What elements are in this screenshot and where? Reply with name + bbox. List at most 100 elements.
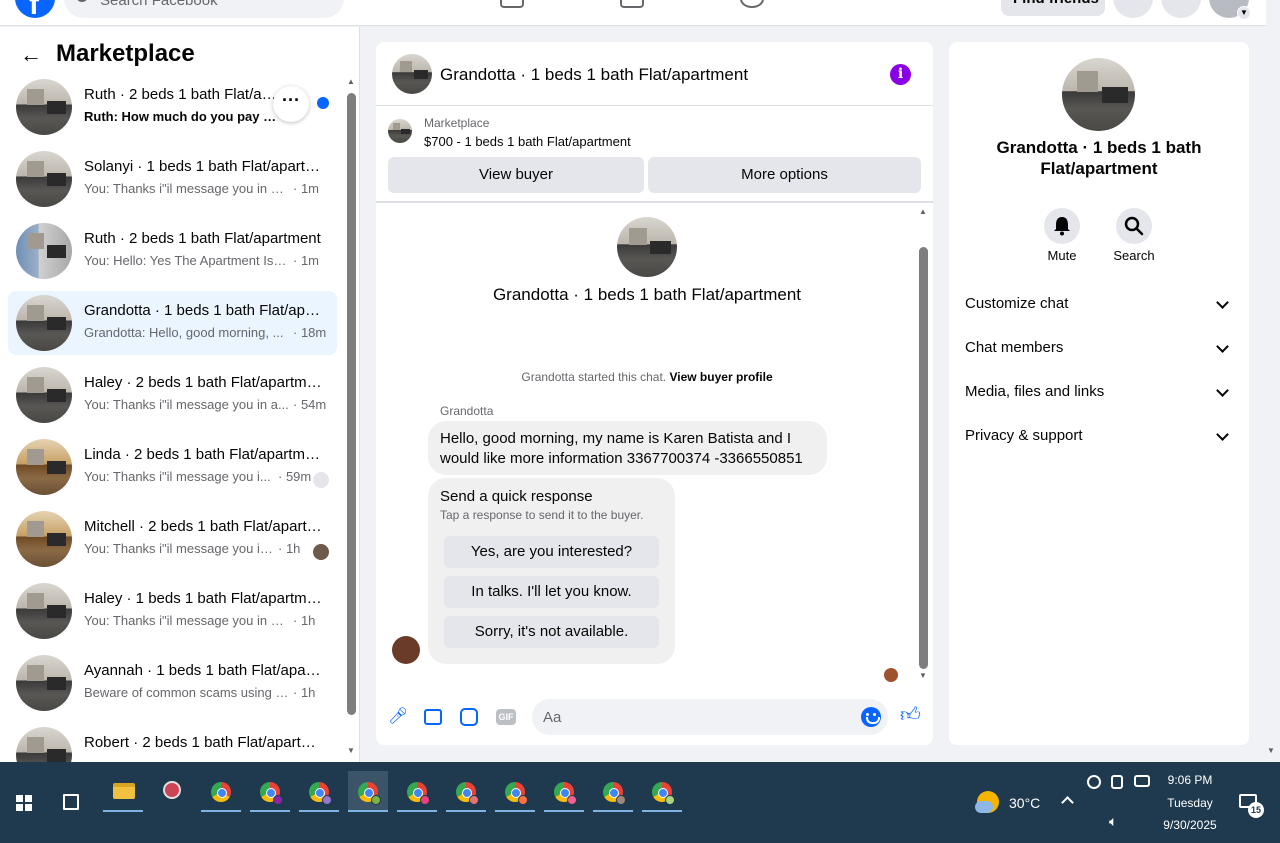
- sender-avatar[interactable]: [392, 636, 420, 664]
- conversation-time: · 18m: [293, 325, 327, 340]
- chat-header: Grandotta · 1 beds 1 bath Flat/apartment…: [376, 42, 933, 106]
- view-buyer-button[interactable]: View buyer: [388, 157, 644, 193]
- chrome-icon[interactable]: [201, 771, 241, 812]
- file-explorer-icon[interactable]: [103, 771, 143, 812]
- conversation-item[interactable]: Grandotta · 1 beds 1 bath Flat/apartment…: [8, 291, 337, 355]
- scroll-up-arrow[interactable]: ▲: [347, 77, 355, 86]
- more-options-icon[interactable]: ···: [273, 86, 309, 122]
- menu-grid-icon[interactable]: [1113, 0, 1153, 18]
- listing-thumbnail: [16, 79, 72, 135]
- clock-date[interactable]: 9/30/2025: [1150, 818, 1230, 832]
- conversation-name: Ruth · 2 beds 1 bath Flat/apartment: [84, 230, 321, 247]
- seen-default-avatar: [313, 472, 329, 488]
- intro-listing-image: [617, 217, 677, 277]
- message-bubble[interactable]: Hello, good morning, my name is Karen Ba…: [428, 421, 827, 475]
- groups-nav-icon[interactable]: [620, 0, 644, 8]
- conversation-preview: You: Thanks i"il message you i...: [84, 469, 271, 484]
- search-facebook-input[interactable]: Search Facebook: [64, 0, 344, 18]
- chrome-profile-icon[interactable]: [348, 771, 388, 812]
- page-scroll-down-arrow[interactable]: ▼: [1267, 746, 1275, 755]
- chrome-profile-icon[interactable]: [544, 771, 584, 812]
- media-files-links-section[interactable]: Media, files and links: [965, 383, 1233, 407]
- conversation-name: Linda · 2 beds 1 bath Flat/apartment: [84, 446, 324, 463]
- privacy-support-section[interactable]: Privacy & support: [965, 427, 1233, 451]
- chrome-profile-icon[interactable]: [642, 771, 682, 812]
- chat-members-section[interactable]: Chat members: [965, 339, 1233, 363]
- back-arrow-icon[interactable]: ←: [20, 42, 42, 68]
- account-avatar[interactable]: ▼: [1209, 0, 1251, 20]
- windows-start-icon[interactable]: [16, 795, 32, 811]
- chrome-profile-icon[interactable]: [593, 771, 633, 812]
- chat-scrollbar[interactable]: [919, 247, 928, 669]
- marketplace-nav-icon[interactable]: [500, 0, 524, 8]
- clock-day[interactable]: Tuesday: [1150, 796, 1230, 810]
- chrome-profile-icon[interactable]: [250, 771, 290, 812]
- bell-icon: [1054, 217, 1070, 236]
- chrome-profile-icon[interactable]: [397, 771, 437, 812]
- scroll-down-arrow[interactable]: ▼: [347, 746, 355, 755]
- notifications-bell-icon[interactable]: [1161, 0, 1201, 18]
- task-view-icon[interactable]: [63, 794, 79, 810]
- quick-response-button[interactable]: In talks. I'll let you know.: [444, 576, 659, 608]
- chat-title[interactable]: Grandotta · 1 beds 1 bath Flat/apartment: [440, 65, 748, 85]
- sidebar-scrollbar[interactable]: [347, 93, 356, 715]
- listing-title[interactable]: $700 - 1 beds 1 bath Flat/apartment: [424, 134, 631, 149]
- listing-thumbnail[interactable]: [392, 54, 432, 94]
- microphone-icon[interactable]: 🎤︎: [388, 707, 408, 727]
- chrome-profile-icon[interactable]: [299, 771, 339, 812]
- conversation-item[interactable]: Ayannah · 1 beds 1 bath Flat/apartment Be…: [8, 651, 337, 715]
- emoji-icon[interactable]: [861, 707, 881, 727]
- chat-panel: Grandotta · 1 beds 1 bath Flat/apartment…: [376, 42, 933, 745]
- sticker-icon[interactable]: [460, 708, 478, 726]
- snipping-tool-icon[interactable]: [152, 771, 192, 811]
- message-composer: 🎤︎ GIF 👍︎: [376, 697, 933, 737]
- mute-button[interactable]: [1044, 208, 1080, 244]
- conversation-item[interactable]: Mitchell · 2 beds 1 bath Flat/apartment Y…: [8, 507, 337, 571]
- unread-indicator: [317, 97, 329, 109]
- clock-time[interactable]: 9:06 PM: [1150, 773, 1230, 787]
- conversation-item[interactable]: Haley · 1 beds 1 bath Flat/apartment You:…: [8, 579, 337, 643]
- listing-thumbnail: [16, 295, 72, 351]
- view-buyer-profile-link[interactable]: View buyer profile: [669, 370, 772, 384]
- intro-listing-name: Grandotta · 1 beds 1 bath Flat/apartment: [492, 285, 802, 304]
- conversation-name: Robert · 2 beds 1 bath Flat/apartment: [84, 734, 324, 751]
- quick-response-button[interactable]: Yes, are you interested?: [444, 536, 659, 568]
- chevron-down-icon: [1216, 428, 1229, 441]
- find-friends-button[interactable]: Find friends: [1001, 0, 1105, 16]
- search-in-chat-button[interactable]: [1116, 208, 1152, 244]
- chat-scroll-down-arrow[interactable]: ▼: [919, 671, 927, 680]
- photo-icon[interactable]: [424, 709, 442, 725]
- conversation-item[interactable]: Ruth · 2 beds 1 bath Flat/apartment You: …: [8, 219, 337, 283]
- device-icon[interactable]: [1111, 775, 1123, 789]
- customize-chat-section[interactable]: Customize chat: [965, 295, 1233, 319]
- conversation-item[interactable]: Haley · 2 beds 1 bath Flat/apartment You:…: [8, 363, 337, 427]
- chrome-profile-icon[interactable]: [446, 771, 486, 812]
- chat-started-note: Grandotta started this chat. View buyer …: [376, 370, 918, 384]
- record-icon[interactable]: [1087, 775, 1101, 789]
- temperature[interactable]: 30°C: [1009, 795, 1040, 811]
- chat-scroll-up-arrow[interactable]: ▲: [919, 207, 927, 216]
- quick-response-button[interactable]: Sorry, it's not available.: [444, 616, 659, 648]
- conversation-time: · 1m: [293, 181, 319, 196]
- conversation-item[interactable]: Linda · 2 beds 1 bath Flat/apartment You:…: [8, 435, 337, 499]
- message-input[interactable]: [532, 699, 888, 735]
- conversation-item[interactable]: Solanyi · 1 beds 1 bath Flat/apartment Yo…: [8, 147, 337, 211]
- facebook-logo-icon[interactable]: [15, 0, 55, 22]
- volume-icon[interactable]: 🔈︎: [1109, 814, 1123, 828]
- weather-icon[interactable]: [975, 791, 999, 813]
- info-icon[interactable]: i: [890, 64, 911, 85]
- notification-count-badge: 15: [1248, 802, 1264, 818]
- thumbs-up-icon[interactable]: 👍︎: [900, 705, 921, 725]
- network-icon[interactable]: [1134, 775, 1150, 787]
- page-scrollbar[interactable]: [1266, 0, 1280, 760]
- chevron-down-icon: [1216, 340, 1229, 353]
- show-hidden-icons-chevron-icon[interactable]: [1061, 796, 1074, 809]
- gif-icon[interactable]: GIF: [496, 709, 516, 725]
- details-listing-image: [1062, 58, 1135, 131]
- conversation-time: · 1m: [293, 253, 319, 268]
- chrome-profile-icon[interactable]: [495, 771, 535, 812]
- gaming-nav-icon[interactable]: [740, 0, 764, 8]
- more-options-button[interactable]: More options: [648, 157, 921, 193]
- conversation-item[interactable]: Ruth · 2 beds 1 bath Flat/apartment Ruth:…: [8, 75, 337, 139]
- conversation-item[interactable]: Robert · 2 beds 1 bath Flat/apartment: [8, 723, 337, 762]
